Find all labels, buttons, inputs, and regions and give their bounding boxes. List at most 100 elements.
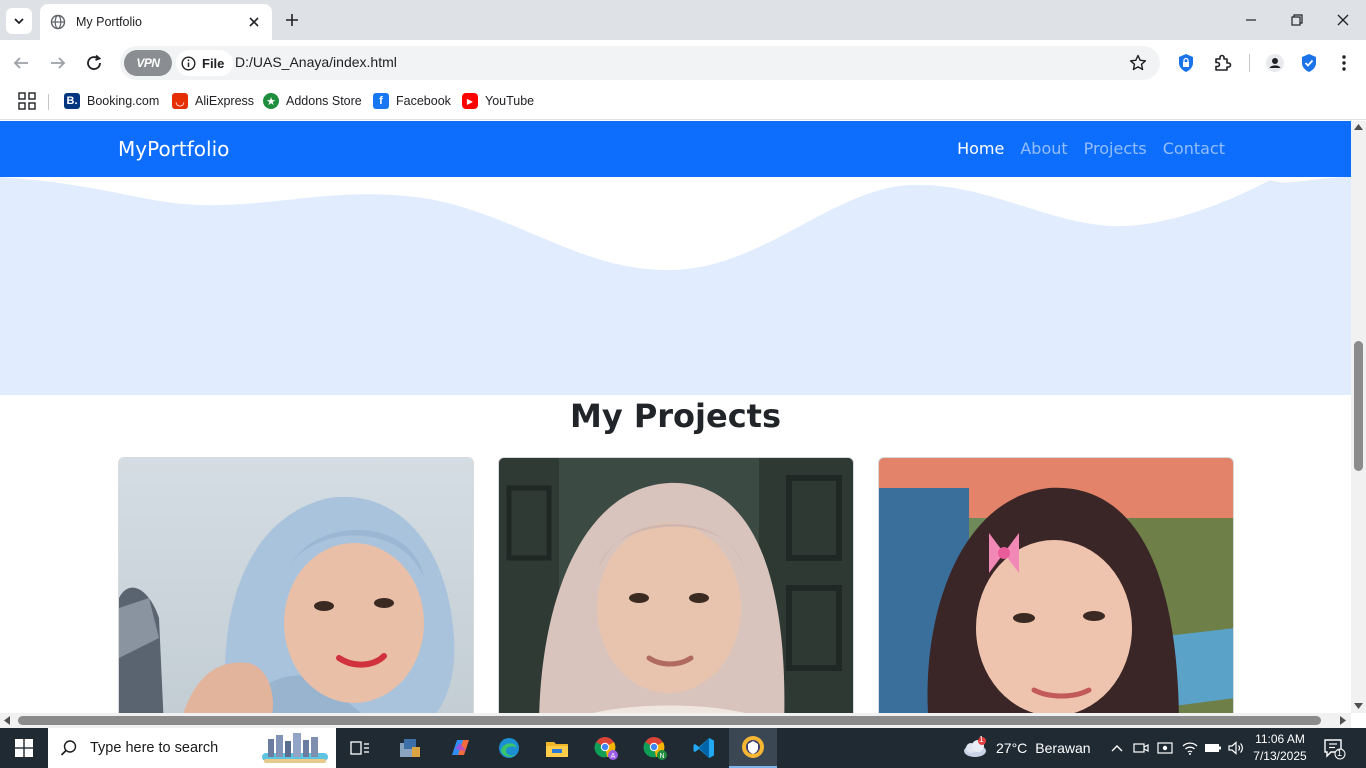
close-tab-icon[interactable] xyxy=(246,14,262,30)
site-brand[interactable]: MyPortfolio xyxy=(118,137,229,161)
address-bar[interactable]: VPN File D:/UAS_Anaya/index.html xyxy=(120,46,1160,80)
portrait-beige-hijab-photo xyxy=(499,458,853,713)
bookmark-label: AliExpress xyxy=(195,94,255,108)
nav-link-about[interactable]: About xyxy=(1020,139,1067,158)
hero-wave-section xyxy=(0,177,1351,395)
tools-app-icon[interactable] xyxy=(386,728,434,768)
bookmark-star-icon[interactable] xyxy=(1128,53,1148,73)
restore-icon[interactable] xyxy=(1285,8,1309,32)
tab-title: My Portfolio xyxy=(76,15,142,29)
weather-widget[interactable]: 1 27°C Berawan xyxy=(962,728,1091,768)
clock-time: 11:06 AM xyxy=(1255,732,1305,746)
bookmark-youtube[interactable]: ▶ YouTube xyxy=(462,91,534,111)
security-shield-icon[interactable] xyxy=(1298,52,1320,74)
chevron-down-icon xyxy=(14,18,24,25)
search-icon xyxy=(60,740,77,756)
tab-search-button[interactable] xyxy=(6,8,32,34)
nav-link-contact[interactable]: Contact xyxy=(1163,139,1225,158)
kebab-menu-icon[interactable] xyxy=(1333,52,1355,74)
horizontal-scroll-thumb[interactable] xyxy=(18,716,1321,725)
system-clock[interactable]: 11:06 AM 7/13/2025 xyxy=(1248,731,1312,765)
addons-store-icon: ★ xyxy=(263,93,279,109)
bookmark-label: Addons Store xyxy=(286,94,362,108)
globe-icon xyxy=(50,14,66,30)
project-card[interactable] xyxy=(878,457,1234,713)
nav-link-projects[interactable]: Projects xyxy=(1084,139,1147,158)
temperature: 27°C xyxy=(996,740,1028,756)
vpn-button[interactable]: VPN xyxy=(124,50,172,76)
bookmark-label: YouTube xyxy=(485,94,535,108)
volume-icon[interactable] xyxy=(1226,738,1246,758)
profile-avatar-icon[interactable] xyxy=(1264,52,1286,74)
site-info-chip[interactable]: File xyxy=(176,50,234,76)
copilot-icon[interactable] xyxy=(436,728,484,768)
site-nav-links: Home About Projects Contact xyxy=(941,139,1225,158)
bookmarks-bar: B. Booking.com ◡ AliExpress ★ Addons Sto… xyxy=(0,86,1366,120)
toolbar-divider xyxy=(1249,54,1250,72)
extensions-puzzle-icon[interactable] xyxy=(1211,52,1233,74)
bookmark-aliexpress[interactable]: ◡ AliExpress xyxy=(172,91,254,111)
svg-text:N: N xyxy=(659,753,664,760)
bookmarks-separator xyxy=(48,94,49,110)
wave-divider xyxy=(0,177,1351,271)
project-card[interactable] xyxy=(498,457,854,713)
url-text[interactable]: D:/UAS_Anaya/index.html xyxy=(235,54,397,70)
page-viewport: MyPortfolio Home About Projects Contact … xyxy=(0,121,1351,713)
vpn-browser-active-icon[interactable] xyxy=(729,728,777,768)
minimize-icon[interactable] xyxy=(1239,8,1263,32)
notification-center-icon[interactable]: 1 xyxy=(1322,736,1346,760)
edge-browser-icon[interactable] xyxy=(485,728,533,768)
scroll-right-arrow-icon[interactable] xyxy=(1340,716,1346,725)
active-tab[interactable]: My Portfolio xyxy=(40,4,272,40)
project-card[interactable] xyxy=(118,457,474,713)
chrome-profile-n-icon[interactable]: N xyxy=(631,728,679,768)
bookmark-label: Facebook xyxy=(396,94,451,108)
bookmark-label: Booking.com xyxy=(87,94,160,108)
notification-count: 1 xyxy=(1337,748,1343,758)
scroll-left-arrow-icon[interactable] xyxy=(4,716,10,725)
new-tab-icon[interactable] xyxy=(283,11,301,29)
bookmark-addons-store[interactable]: ★ Addons Store xyxy=(263,91,362,111)
wifi-icon[interactable] xyxy=(1180,738,1200,758)
vscode-icon[interactable] xyxy=(680,728,728,768)
site-navbar: MyPortfolio Home About Projects Contact xyxy=(0,121,1351,177)
cloudy-weather-icon xyxy=(964,737,986,757)
vertical-scrollbar[interactable] xyxy=(1351,121,1366,713)
bookmark-booking[interactable]: B. Booking.com xyxy=(64,91,159,111)
nav-link-home[interactable]: Home xyxy=(957,139,1004,158)
reload-icon[interactable] xyxy=(83,52,105,74)
battery-icon[interactable] xyxy=(1203,738,1223,758)
tab-strip: My Portfolio xyxy=(0,0,1366,40)
site-chip-label: File xyxy=(202,55,225,71)
search-highlight-image-icon xyxy=(262,733,328,763)
vertical-scroll-thumb[interactable] xyxy=(1354,341,1363,471)
password-manager-icon[interactable] xyxy=(1175,52,1197,74)
weather-condition: Berawan xyxy=(1035,740,1091,756)
windows-start-icon[interactable] xyxy=(0,728,48,768)
portrait-light-blue-hijab-photo xyxy=(119,458,473,713)
scroll-up-arrow-icon[interactable] xyxy=(1354,124,1363,130)
booking-icon: B. xyxy=(64,93,80,109)
tray-chevron-up-icon[interactable] xyxy=(1107,738,1127,758)
file-explorer-icon[interactable] xyxy=(533,728,581,768)
search-placeholder: Type here to search xyxy=(90,740,219,756)
browser-toolbar: VPN File D:/UAS_Anaya/index.html xyxy=(0,40,1366,86)
scroll-down-arrow-icon[interactable] xyxy=(1354,703,1363,709)
info-icon xyxy=(181,55,196,71)
taskbar-search-box[interactable]: Type here to search xyxy=(48,728,336,768)
chrome-profile-a-icon[interactable]: A xyxy=(582,728,630,768)
bookmark-facebook[interactable]: f Facebook xyxy=(373,91,451,111)
svg-text:A: A xyxy=(611,753,616,760)
screen-capture-icon[interactable] xyxy=(1155,738,1175,758)
back-arrow-icon[interactable] xyxy=(10,52,32,74)
projects-heading: My Projects xyxy=(569,397,782,435)
apps-grid-icon[interactable] xyxy=(18,92,36,110)
close-window-icon[interactable] xyxy=(1331,8,1355,32)
portrait-dark-hijab-pink-bow-photo xyxy=(879,458,1233,713)
weather-badge: 1 xyxy=(979,735,984,744)
horizontal-scrollbar[interactable] xyxy=(0,713,1351,728)
meet-now-icon[interactable] xyxy=(1131,738,1151,758)
aliexpress-icon: ◡ xyxy=(172,93,188,109)
forward-arrow-icon[interactable] xyxy=(47,52,69,74)
task-view-icon[interactable] xyxy=(336,728,384,768)
